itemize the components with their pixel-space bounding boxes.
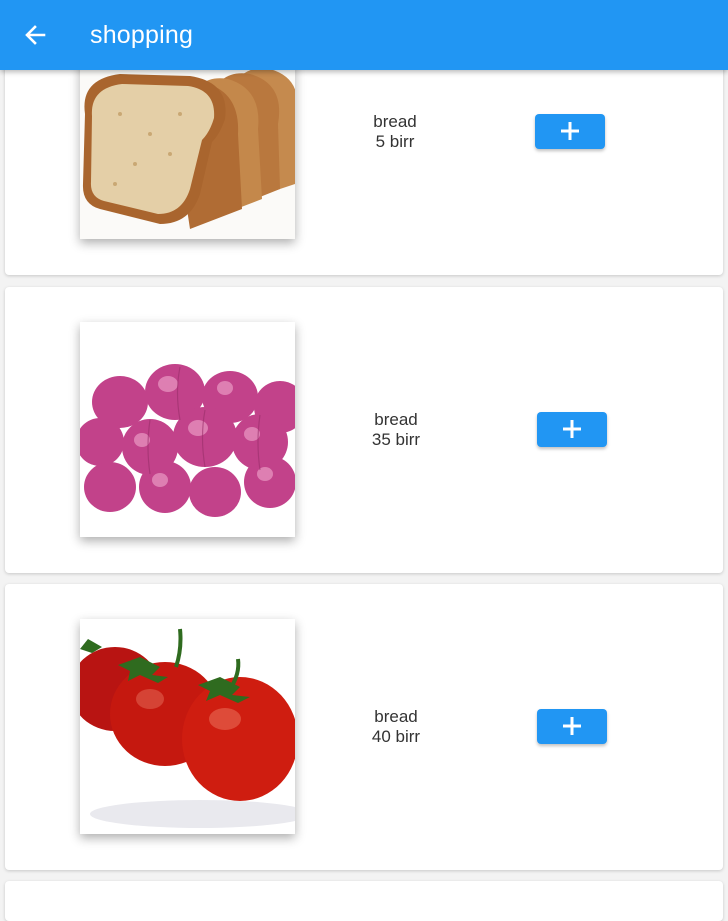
page-title: shopping xyxy=(90,21,194,49)
add-to-cart-button-tomato[interactable] xyxy=(537,709,607,744)
product-price: 40 birr xyxy=(371,727,421,746)
product-info-tomato: bread 40 birr xyxy=(326,707,466,747)
add-to-cart-button-bread[interactable] xyxy=(535,114,605,149)
product-image-tomato xyxy=(80,619,295,834)
product-name: bread xyxy=(373,112,417,131)
product-price: 35 birr xyxy=(371,430,421,449)
arrow-left-icon xyxy=(25,25,46,45)
product-name: bread xyxy=(374,707,418,726)
product-info-onion: bread 35 birr xyxy=(326,410,466,450)
plus-icon xyxy=(561,122,579,140)
add-to-cart-button-onion[interactable] xyxy=(537,412,607,447)
product-info-bread: bread 5 birr xyxy=(325,112,465,152)
plus-icon xyxy=(563,717,581,735)
product-name: bread xyxy=(374,410,418,429)
back-button[interactable] xyxy=(14,14,56,56)
product-image-onion xyxy=(80,322,295,537)
product-card-tomato: bread 40 birr xyxy=(5,584,723,870)
product-card-partial xyxy=(5,881,723,921)
product-price: 5 birr xyxy=(375,132,415,151)
product-card-onion: bread 35 birr xyxy=(5,287,723,573)
plus-icon xyxy=(563,420,581,438)
app-bar: shopping xyxy=(0,0,728,70)
